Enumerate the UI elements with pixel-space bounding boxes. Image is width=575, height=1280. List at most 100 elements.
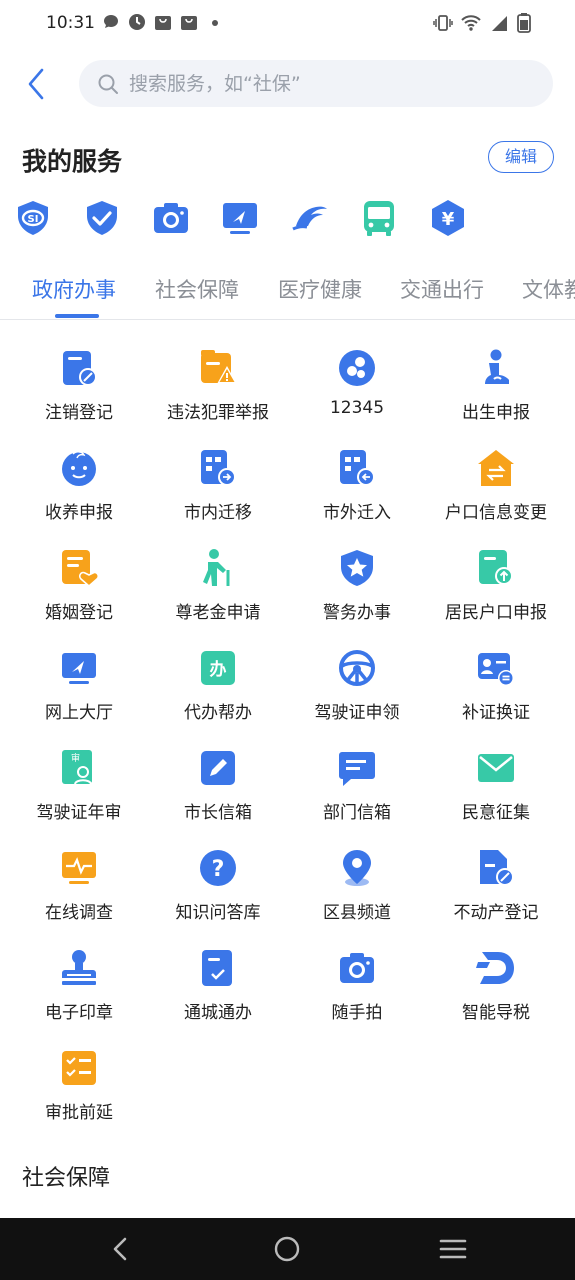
nav-home-button[interactable] xyxy=(272,1234,302,1264)
favorites-row: SI ¥ xyxy=(0,198,575,242)
service-label: 民意征集 xyxy=(462,803,530,823)
baby-face-icon xyxy=(62,451,96,486)
active-tab-indicator xyxy=(55,314,99,318)
service-label: 随手拍 xyxy=(331,1003,383,1023)
id-card-icon xyxy=(478,653,514,686)
bag-icon xyxy=(180,13,198,31)
service-item[interactable]: 部门信箱 xyxy=(288,740,426,840)
bus-icon[interactable] xyxy=(359,198,399,238)
service-item[interactable]: 户口信息变更 xyxy=(427,440,565,540)
svg-text:¥: ¥ xyxy=(442,209,455,230)
move-in-city-icon xyxy=(201,450,236,486)
tab-government-affairs[interactable]: 政府办事 xyxy=(32,274,116,304)
search-bar[interactable] xyxy=(79,60,553,107)
envelope-icon xyxy=(478,754,514,782)
service-item[interactable]: 不动产登记 xyxy=(427,840,565,940)
tab-culture-sports[interactable]: 文体教 xyxy=(522,274,575,304)
mayor-mail-icon xyxy=(201,751,235,785)
edit-button[interactable]: 编辑 xyxy=(488,141,554,173)
service-item[interactable]: 民意征集 xyxy=(427,740,565,840)
service-item[interactable]: 市外迁入 xyxy=(288,440,426,540)
service-item[interactable]: 在线调查 xyxy=(10,840,148,940)
nav-back-button[interactable] xyxy=(106,1234,136,1264)
online-hall-icon xyxy=(62,653,96,684)
license-review-icon: 审 xyxy=(62,750,92,785)
service-item[interactable]: 收养申报 xyxy=(10,440,148,540)
yuan-house-icon[interactable]: ¥ xyxy=(428,198,468,238)
svg-text:税: 税 xyxy=(492,964,501,976)
marriage-icon xyxy=(62,550,99,588)
service-item[interactable]: 补证换证 xyxy=(427,640,565,740)
notification-icons xyxy=(102,13,224,31)
service-item[interactable]: 12345 xyxy=(288,340,426,440)
service-label: 违法犯罪举报 xyxy=(167,403,269,423)
service-label: 通城通办 xyxy=(184,1003,252,1023)
service-item[interactable]: 办 代办帮办 xyxy=(149,640,287,740)
service-item[interactable]: 警务办事 xyxy=(288,540,426,640)
service-label: 不动产登记 xyxy=(453,903,539,923)
resident-upload-icon xyxy=(479,550,513,585)
transport-logo-icon[interactable] xyxy=(290,198,330,238)
service-label: 市内迁移 xyxy=(184,503,252,523)
survey-monitor-icon xyxy=(62,852,96,884)
service-item[interactable]: 通城通办 xyxy=(149,940,287,1040)
service-label: 出生申报 xyxy=(462,403,530,423)
tab-transport[interactable]: 交通出行 xyxy=(400,274,484,304)
service-item[interactable]: 出生申报 xyxy=(427,340,565,440)
agent-icon: 办 xyxy=(201,651,235,685)
search-icon xyxy=(98,74,118,94)
svg-text:SI: SI xyxy=(28,214,39,225)
system-nav-bar xyxy=(0,1218,575,1280)
service-label: 审批前延 xyxy=(45,1103,113,1123)
dot-icon xyxy=(206,13,224,31)
move-from-outside-icon xyxy=(340,450,375,486)
service-item[interactable]: 居民户口申报 xyxy=(427,540,565,640)
service-label: 驾驶证年审 xyxy=(36,803,122,823)
shield-check-icon[interactable] xyxy=(82,198,122,238)
service-label: 网上大厅 xyxy=(45,703,113,723)
status-time: 10:31 xyxy=(46,13,95,33)
online-hall-icon[interactable] xyxy=(220,198,260,238)
service-label: 部门信箱 xyxy=(323,803,391,823)
service-label: 代办帮办 xyxy=(184,703,252,723)
nav-recents-button[interactable] xyxy=(438,1234,468,1264)
service-label: 户口信息变更 xyxy=(445,503,547,523)
service-item[interactable]: 违法犯罪举报 xyxy=(149,340,287,440)
service-item[interactable]: ? 知识问答库 xyxy=(149,840,287,940)
service-label: 智能导税 xyxy=(462,1003,530,1023)
tax-guide-icon: 税 xyxy=(476,952,514,984)
service-item[interactable]: 尊老金申请 xyxy=(149,540,287,640)
service-item[interactable]: 注销登记 xyxy=(10,340,148,440)
back-button[interactable] xyxy=(22,66,52,102)
service-label: 驾驶证申领 xyxy=(314,703,400,723)
tab-medical-health[interactable]: 医疗健康 xyxy=(278,274,362,304)
service-item[interactable]: 审批前延 xyxy=(10,1040,148,1140)
service-item[interactable]: 婚姻登记 xyxy=(10,540,148,640)
service-item[interactable]: 审 驾驶证年审 xyxy=(10,740,148,840)
service-item[interactable]: 区县频道 xyxy=(288,840,426,940)
service-label: 知识问答库 xyxy=(175,903,261,923)
camera-icon xyxy=(340,953,374,983)
service-item[interactable]: 驾驶证申领 xyxy=(288,640,426,740)
report-warning-icon xyxy=(201,350,237,384)
system-icons xyxy=(433,13,531,37)
chevron-left-icon xyxy=(28,68,44,100)
service-item[interactable]: 电子印章 xyxy=(10,940,148,1040)
birth-icon xyxy=(485,349,509,384)
approval-list-icon xyxy=(62,1051,96,1085)
message-icon xyxy=(102,13,120,31)
service-item[interactable]: 税 智能导税 xyxy=(427,940,565,1040)
doc-cancel-icon xyxy=(63,351,97,386)
search-input[interactable] xyxy=(129,60,529,107)
bag-icon xyxy=(154,13,172,31)
wifi-icon xyxy=(461,14,481,36)
social-security-icon[interactable]: SI xyxy=(13,198,53,238)
tab-social-security[interactable]: 社会保障 xyxy=(155,274,239,304)
service-item[interactable]: 网上大厅 xyxy=(10,640,148,740)
service-item[interactable]: 市内迁移 xyxy=(149,440,287,540)
property-doc-icon xyxy=(480,850,514,886)
service-item[interactable]: 市长信箱 xyxy=(149,740,287,840)
camera-icon[interactable] xyxy=(151,198,191,238)
service-item[interactable]: 随手拍 xyxy=(288,940,426,1040)
service-label: 警务办事 xyxy=(323,603,391,623)
